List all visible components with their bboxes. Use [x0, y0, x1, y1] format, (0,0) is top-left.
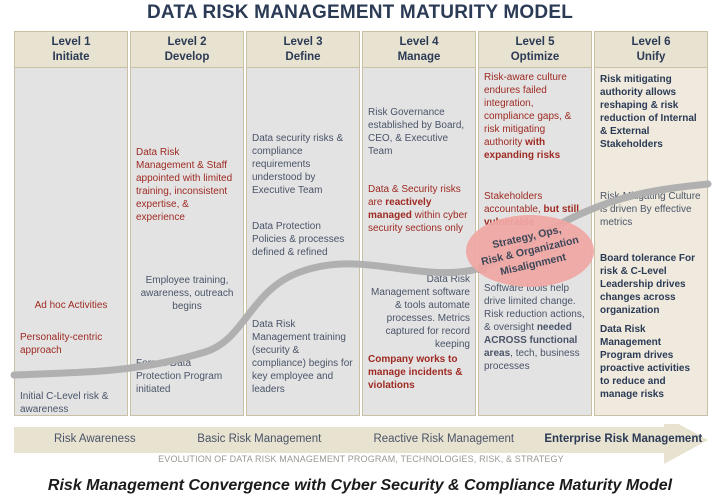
cell-level-6: Risk mitigating authority allows reshapi… [594, 68, 708, 416]
column-level-2: Level 2 Develop Data Risk Management & S… [130, 31, 244, 416]
arrow-label-row: Risk Awareness Basic Risk Management Rea… [14, 424, 708, 454]
column-level-4: Level 4 Manage Risk Governance establish… [362, 31, 476, 416]
text-block: Data security risks & compliance require… [252, 133, 344, 196]
level-name: Unify [636, 50, 666, 63]
text-block: Software tools help drive limited change… [484, 283, 585, 372]
arrow-label: Risk Awareness [53, 433, 136, 445]
column-level-1: Level 1 Initiate Ad hoc Activities Perso… [14, 31, 128, 416]
page-title: DATA RISK MANAGEMENT MATURITY MODEL [146, 2, 574, 23]
level-name: Develop [164, 50, 210, 63]
header-level-1: Level 1 Initiate [14, 31, 128, 68]
cell-level-1: Ad hoc Activities Personality-centric ap… [14, 68, 128, 416]
header-level-4: Level 4 Manage [362, 31, 476, 68]
header-level-2: Level 2 Develop [130, 31, 244, 68]
text-block: Formal Data Protection Program initiated [136, 358, 223, 395]
arrow-label: Reactive Risk Management [373, 433, 515, 445]
cell-level-3: Data security risks & compliance require… [246, 68, 360, 416]
text-block: Risk mitigating authority allows reshapi… [600, 74, 697, 150]
column-level-3: Level 3 Define Data security risks & com… [246, 31, 360, 416]
level-number: Level 3 [283, 35, 323, 48]
text-block: Data Risk Management software & tools au… [371, 274, 470, 350]
text-block: Personality-centric approach [20, 332, 103, 356]
text-block: Company works to manage incidents & viol… [368, 354, 463, 391]
level-name: Manage [397, 50, 441, 63]
text-block: Initial C-Level risk & awareness [20, 391, 109, 415]
text-block: Data Protection Policies & processes def… [252, 221, 345, 258]
text-block: Board tolerance For risk & C-Level Leade… [600, 253, 696, 316]
header-level-3: Level 3 Define [246, 31, 360, 68]
text-block: Ad hoc Activities [34, 300, 108, 311]
evolution-arrow: Risk Awareness Basic Risk Management Rea… [14, 424, 708, 474]
header-level-6: Level 6 Unify [594, 31, 708, 68]
level-number: Level 4 [399, 35, 439, 48]
cell-level-4: Risk Governance established by Board, CE… [362, 68, 476, 416]
level-number: Level 5 [515, 35, 555, 48]
text-block: Employee training, awareness, outreach b… [140, 275, 234, 312]
level-number: Level 2 [167, 35, 207, 48]
level-name: Optimize [510, 50, 560, 63]
level-name: Define [285, 50, 321, 63]
text-block: Risk-Mitigating Culture is driven By eff… [600, 191, 701, 228]
level-number: Level 1 [51, 35, 91, 48]
text-block: Data Risk Management training (security … [252, 319, 353, 395]
maturity-model-diagram: DATA RISK MANAGEMENT MATURITY MODEL Leve… [0, 0, 720, 504]
text-block: Risk-aware culture endures failed integr… [484, 72, 572, 161]
text-block: Data & Security risks are reactively man… [368, 184, 468, 234]
arrow-label: Enterprise Risk Management [544, 433, 703, 445]
footer-caption: Risk Management Convergence with Cyber S… [47, 477, 673, 494]
cell-level-2: Data Risk Management & Staff appointed w… [130, 68, 244, 416]
evolution-caption: EVOLUTION OF DATA RISK MANAGEMENT PROGRA… [158, 454, 564, 464]
level-name: Initiate [52, 50, 90, 63]
misalignment-ellipse [466, 215, 594, 287]
level-number: Level 6 [631, 35, 671, 48]
text-block: Risk Governance established by Board, CE… [368, 107, 465, 157]
text-block: Data Risk Management & Staff appointed w… [136, 147, 233, 223]
column-level-6: Level 6 Unify Risk mitigating authority … [594, 31, 708, 416]
text-block: Data Risk Management Program drives proa… [600, 324, 691, 400]
maturity-matrix: Level 1 Initiate Ad hoc Activities Perso… [14, 31, 708, 416]
arrow-label: Basic Risk Management [197, 433, 322, 445]
header-level-5: Level 5 Optimize [478, 31, 592, 68]
